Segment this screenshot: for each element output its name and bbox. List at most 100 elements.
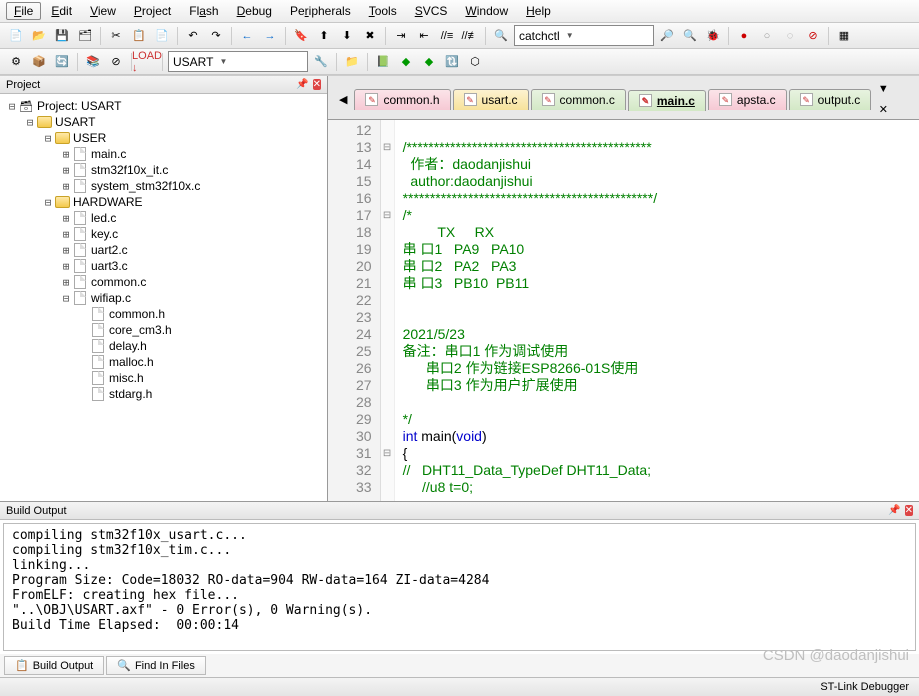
menu-window[interactable]: Window [457, 2, 516, 20]
tree-item[interactable]: ⊞uart2.c [0, 242, 327, 258]
tree-item[interactable]: ⊞common.c [0, 274, 327, 290]
menu-view[interactable]: View [82, 2, 124, 20]
find-next-icon[interactable]: 🔎 [657, 26, 677, 46]
tree-item[interactable]: ⊞uart3.c [0, 258, 327, 274]
project-tree[interactable]: ⊟🗃Project: USART⊟USART⊟USER⊞main.c⊞stm32… [0, 94, 327, 501]
editor-tab[interactable]: ✎common.h [354, 89, 450, 110]
file-ext-icon[interactable]: 📁 [342, 52, 362, 72]
close-panel-icon[interactable]: ✕ [905, 505, 913, 516]
rebuild-icon[interactable]: 🔄 [52, 52, 72, 72]
pack-installer-icon[interactable]: ◆ [396, 52, 416, 72]
redo-icon[interactable]: ↷ [206, 26, 226, 46]
find-combo[interactable]: catchctl▼ [514, 25, 654, 46]
refresh-icon[interactable]: 🔃 [442, 52, 462, 72]
tab-build-output[interactable]: 📋 Build Output [4, 656, 104, 675]
tree-item[interactable]: common.h [0, 306, 327, 322]
copy-icon[interactable]: 📋 [129, 26, 149, 46]
editor-tab[interactable]: ✎apsta.c [708, 89, 787, 110]
editor-tab[interactable]: ✎common.c [531, 89, 626, 110]
new-icon[interactable]: 📄 [6, 26, 26, 46]
find-icon[interactable]: 🔍 [491, 26, 511, 46]
build-icon[interactable]: 📦 [29, 52, 49, 72]
breakpoint-kill-icon[interactable]: ⊘ [803, 26, 823, 46]
translate-icon[interactable]: ⚙ [6, 52, 26, 72]
close-tab-icon[interactable]: ✕ [873, 99, 893, 119]
tree-item[interactable]: misc.h [0, 370, 327, 386]
breakpoint-enable-icon[interactable]: ○ [757, 26, 777, 46]
tree-item[interactable]: ⊞stm32f10x_it.c [0, 162, 327, 178]
file-icon [92, 371, 104, 385]
editor-tab[interactable]: ✎output.c [789, 89, 872, 110]
tree-item[interactable]: malloc.h [0, 354, 327, 370]
menu-peripherals[interactable]: Peripherals [282, 2, 359, 20]
open-icon[interactable]: 📂 [29, 26, 49, 46]
menu-debug[interactable]: Debug [229, 2, 280, 20]
git-icon[interactable]: ⬡ [465, 52, 485, 72]
menu-file[interactable]: File [6, 2, 41, 20]
project-title: Project [6, 79, 40, 91]
tree-item[interactable]: ⊟USART [0, 114, 327, 130]
code-area[interactable]: 1213141516171819202122232425262728293031… [328, 120, 919, 501]
menu-project[interactable]: Project [126, 2, 179, 20]
forward-icon[interactable]: → [260, 26, 280, 46]
file-icon [74, 211, 86, 225]
toolbar-build: ⚙ 📦 🔄 📚 ⊘ LOAD↓ USART▼ 🔧 📁 📗 ◆ ◆ 🔃 ⬡ [0, 49, 919, 75]
back-icon[interactable]: ← [237, 26, 257, 46]
menu-svcs[interactable]: SVCS [407, 2, 456, 20]
download-icon[interactable]: LOAD↓ [137, 52, 157, 72]
tree-item[interactable]: ⊟wifiap.c [0, 290, 327, 306]
pin-icon[interactable]: 📌 [888, 505, 900, 516]
menu-flash[interactable]: Flash [181, 2, 226, 20]
menu-help[interactable]: Help [518, 2, 559, 20]
bookmark-icon[interactable]: 🔖 [291, 26, 311, 46]
tree-item[interactable]: ⊟HARDWARE [0, 194, 327, 210]
tree-item[interactable]: ⊟USER [0, 130, 327, 146]
build-text[interactable]: compiling stm32f10x_usart.c... compiling… [3, 523, 916, 651]
breakpoint-disable-icon[interactable]: ◌ [780, 26, 800, 46]
project-pane: Project 📌 ✕ ⊟🗃Project: USART⊟USART⊟USER⊞m… [0, 76, 328, 501]
file-icon: ✎ [365, 93, 378, 106]
save-all-icon[interactable]: 🗂 [75, 26, 95, 46]
indent-icon[interactable]: ⇥ [391, 26, 411, 46]
paste-icon[interactable]: 📄 [152, 26, 172, 46]
tree-item[interactable]: ⊞system_stm32f10x.c [0, 178, 327, 194]
tree-root[interactable]: ⊟🗃Project: USART [0, 98, 327, 114]
bookmark-next-icon[interactable]: ⬇ [337, 26, 357, 46]
tree-item[interactable]: ⊞main.c [0, 146, 327, 162]
cut-icon[interactable]: ✂ [106, 26, 126, 46]
tree-item[interactable]: core_cm3.h [0, 322, 327, 338]
stop-build-icon[interactable]: ⊘ [106, 52, 126, 72]
debug-icon[interactable]: 🐞 [703, 26, 723, 46]
pack-rte-icon[interactable]: ◆ [419, 52, 439, 72]
undo-icon[interactable]: ↶ [183, 26, 203, 46]
window-config-icon[interactable]: ▦ [834, 26, 854, 46]
batch-build-icon[interactable]: 📚 [83, 52, 103, 72]
tab-menu-icon[interactable]: ▼ [873, 79, 893, 99]
incremental-find-icon[interactable]: 🔍 [680, 26, 700, 46]
bookmark-clear-icon[interactable]: ✖ [360, 26, 380, 46]
target-options-icon[interactable]: 🔧 [311, 52, 331, 72]
file-icon [92, 307, 104, 321]
tree-item[interactable]: ⊞led.c [0, 210, 327, 226]
breakpoint-insert-icon[interactable]: ● [734, 26, 754, 46]
manage-books-icon[interactable]: 📗 [373, 52, 393, 72]
fold-column[interactable]: ⊟ ⊟ ⊟ [381, 120, 395, 501]
save-icon[interactable]: 💾 [52, 26, 72, 46]
code-lines[interactable]: /***************************************… [395, 120, 666, 501]
bookmark-prev-icon[interactable]: ⬆ [314, 26, 334, 46]
comment-icon[interactable]: //≡ [437, 26, 457, 46]
pin-icon[interactable]: 📌 [296, 79, 308, 90]
uncomment-icon[interactable]: //≢ [460, 26, 480, 46]
tree-item[interactable]: ⊞key.c [0, 226, 327, 242]
editor-tab[interactable]: ✎usart.c [453, 89, 529, 110]
tree-item[interactable]: delay.h [0, 338, 327, 354]
close-panel-icon[interactable]: ✕ [313, 79, 321, 90]
tab-prev-icon[interactable]: ◀ [334, 89, 352, 109]
tab-find-in-files[interactable]: 🔍 Find In Files [106, 656, 206, 675]
tree-item[interactable]: stdarg.h [0, 386, 327, 402]
menu-edit[interactable]: Edit [43, 2, 80, 20]
target-combo[interactable]: USART▼ [168, 51, 308, 72]
outdent-icon[interactable]: ⇤ [414, 26, 434, 46]
menu-tools[interactable]: Tools [361, 2, 405, 20]
editor-tab[interactable]: ✎main.c [628, 90, 706, 111]
